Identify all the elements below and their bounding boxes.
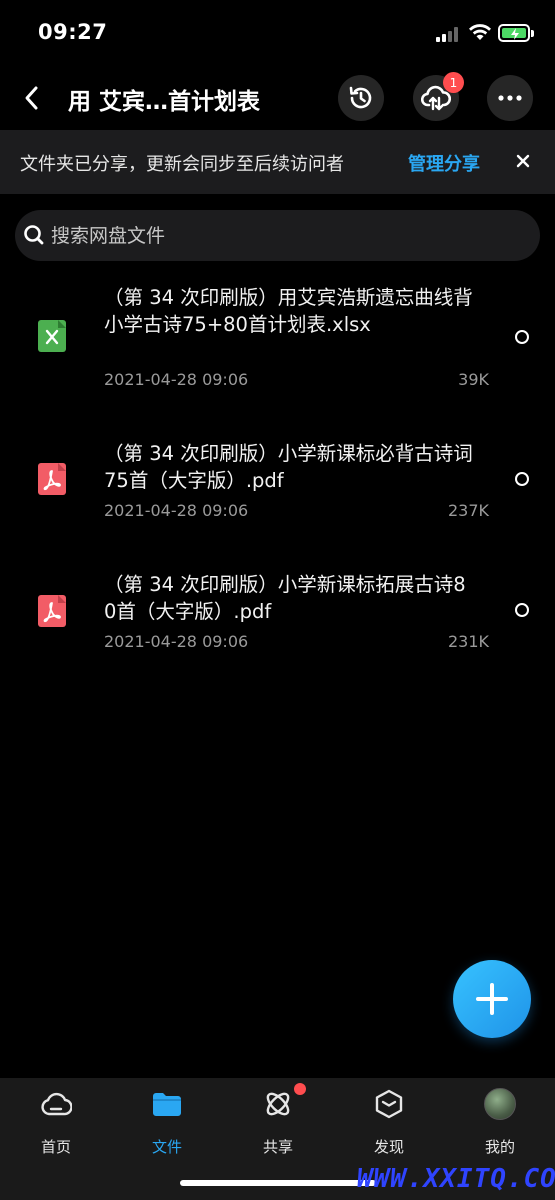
file-name: （第 34 次印刷版）用艾宾浩斯遗忘曲线背小学古诗75+80首计划表.xlsx [104,286,473,336]
cellular-signal-icon [436,26,462,42]
history-button[interactable] [338,75,384,121]
back-button[interactable] [14,80,50,116]
search-bar[interactable] [15,210,540,261]
tab-share[interactable]: 共享 [238,1083,318,1158]
manage-share-link[interactable]: 管理分享 [408,150,480,176]
share-notice-text: 文件夹已分享，更新会同步至后续访问者 [20,154,344,175]
page-title: 用 艾宾…首计划表 [68,89,261,115]
tab-label: 我的 [484,1138,515,1156]
history-icon [349,86,372,109]
close-icon [516,154,530,168]
chevron-left-icon [25,86,38,110]
file-name: （第 34 次印刷版）小学新课标必背古诗词75首（大字版）.pdf [104,442,473,492]
avatar [484,1088,516,1120]
pdf-file-icon [38,463,66,495]
wifi-icon [469,24,491,40]
file-row[interactable]: （第 34 次印刷版）用艾宾浩斯遗忘曲线背小学古诗75+80首计划表.xlsx … [0,284,555,410]
folder-icon [153,1093,181,1116]
search-icon [24,225,44,245]
search-input[interactable] [51,210,521,261]
more-horizontal-icon [498,95,522,101]
upload-transfer-button[interactable]: 1 [413,72,464,121]
more-options-button[interactable] [487,75,533,121]
tab-label: 首页 [40,1138,71,1156]
battery-icon [498,24,530,42]
close-banner-button[interactable] [512,150,534,172]
tab-label: 发现 [373,1138,404,1156]
file-row[interactable]: （第 34 次印刷版）小学新课标必背古诗词75首（大字版）.pdf 2021-0… [0,440,555,530]
nav-bar: 用 艾宾…首计划表 1 [0,70,555,126]
add-button[interactable] [453,960,531,1038]
file-date: 2021-04-28 09:06 [104,632,249,651]
atom-icon [266,1092,290,1116]
file-date: 2021-04-28 09:06 [104,370,249,389]
tab-label: 文件 [151,1138,182,1156]
pdf-file-icon [38,595,66,627]
file-row[interactable]: （第 34 次印刷版）小学新课标拓展古诗80首（大字版）.pdf 2021-04… [0,571,555,661]
tab-discover[interactable]: 发现 [349,1088,429,1158]
file-size: 237K [447,501,489,520]
status-bar: 09:27 [0,0,555,64]
select-checkbox[interactable] [515,330,529,344]
file-size: 231K [447,632,489,651]
tab-label: 共享 [262,1138,293,1156]
home-indicator [180,1180,376,1186]
tab-profile[interactable]: 我的 [460,1088,540,1158]
select-checkbox[interactable] [515,472,529,486]
battery-cap [531,30,534,37]
cube-icon [375,1089,403,1119]
watermark: WWW.XXITQ.COM [357,1164,555,1194]
notification-badge: 1 [443,72,464,93]
file-size: 39K [458,370,489,389]
tab-files[interactable]: 文件 [127,1088,207,1158]
cloud-icon [41,1092,72,1116]
tab-notification-dot [294,1083,306,1095]
excel-file-icon [38,320,66,352]
plus-icon [476,983,508,1015]
file-name: （第 34 次印刷版）小学新课标拓展古诗80首（大字版）.pdf [104,573,466,623]
share-notice-banner: 文件夹已分享，更新会同步至后续访问者 管理分享 [0,130,555,194]
select-checkbox[interactable] [515,603,529,617]
file-date: 2021-04-28 09:06 [104,501,249,520]
tab-home[interactable]: 首页 [16,1088,96,1158]
status-time: 09:27 [38,20,108,44]
